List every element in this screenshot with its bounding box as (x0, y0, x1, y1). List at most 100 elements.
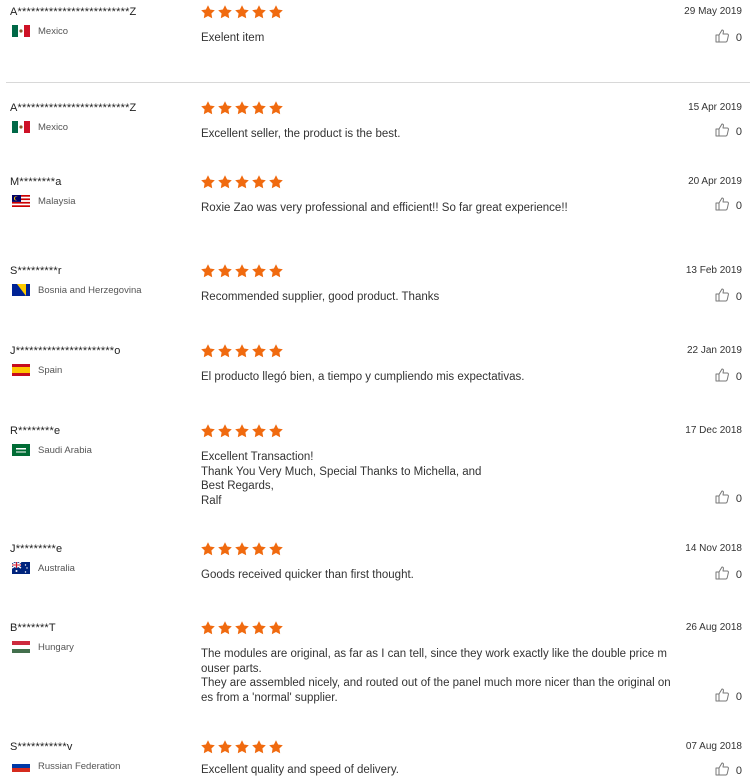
saudi-arabia-flag-icon (12, 444, 30, 456)
review-text: Excellent Transaction! Thank You Very Mu… (201, 451, 482, 507)
country-label: Malaysia (38, 195, 76, 207)
star-icon (269, 621, 283, 635)
helpful-button[interactable]: 0 (714, 687, 742, 706)
star-icon (269, 424, 283, 438)
helpful-button[interactable]: 0 (714, 489, 742, 508)
star-icon (235, 542, 249, 556)
review-text: Goods received quicker than first though… (201, 569, 414, 581)
star-icon (201, 264, 215, 278)
helpful-button[interactable]: 0 (714, 367, 742, 386)
like-count: 0 (735, 764, 742, 777)
russia-flag-icon (12, 760, 30, 772)
reviewer-name: S*********r (10, 265, 62, 277)
star-icon (201, 542, 215, 556)
review-text: Excellent seller, the product is the bes… (201, 128, 401, 140)
like-count: 0 (735, 690, 742, 703)
star-icon (252, 101, 266, 115)
review-item: S***********v Russian Federation Excelle… (0, 739, 750, 783)
star-icon (235, 344, 249, 358)
review-date: 26 Aug 2018 (685, 622, 742, 633)
star-rating (200, 100, 284, 118)
star-icon (269, 264, 283, 278)
star-rating (200, 263, 284, 281)
reviewer-name: J**********************o (10, 345, 121, 357)
helpful-button[interactable]: 0 (714, 565, 742, 584)
star-icon (218, 5, 232, 19)
country-label: Russian Federation (38, 760, 121, 772)
star-icon (201, 175, 215, 189)
star-icon (201, 621, 215, 635)
like-count: 0 (735, 199, 742, 212)
star-rating (200, 423, 284, 441)
country-label: Saudi Arabia (38, 444, 92, 456)
thumbs-up-icon[interactable] (714, 489, 730, 508)
reviewer-country: Mexico (12, 121, 68, 133)
thumbs-up-icon[interactable] (714, 196, 730, 215)
review-date: 13 Feb 2019 (685, 265, 742, 276)
star-rating (200, 343, 284, 361)
star-icon (252, 175, 266, 189)
helpful-button[interactable]: 0 (714, 287, 742, 306)
helpful-button[interactable]: 0 (714, 122, 742, 141)
mexico-flag-icon (12, 121, 30, 133)
reviewer-country: Russian Federation (12, 760, 120, 772)
thumbs-up-icon[interactable] (714, 761, 730, 780)
review-text: El producto llegó bien, a tiempo y cumpl… (201, 371, 525, 383)
star-icon (235, 175, 249, 189)
review-text: Excellent quality and speed of delivery. (201, 764, 399, 776)
country-label: Mexico (38, 121, 69, 133)
country-label: Spain (38, 364, 63, 376)
star-icon (252, 5, 266, 19)
reviewer-country: Australia (11, 561, 75, 574)
like-count: 0 (735, 290, 742, 303)
review-item: J*********e Australia Goods received qui… (0, 541, 750, 611)
star-icon (201, 5, 215, 19)
star-icon (235, 424, 249, 438)
star-rating (200, 174, 284, 192)
star-icon (252, 542, 266, 556)
review-date: 15 Apr 2019 (688, 102, 742, 113)
like-count: 0 (735, 370, 742, 383)
star-icon (235, 101, 249, 115)
australia-flag-icon (11, 561, 30, 574)
thumbs-up-icon[interactable] (714, 367, 730, 386)
review-item: J**********************o Spain El produc… (0, 343, 750, 413)
divider (6, 82, 750, 83)
star-icon (218, 101, 232, 115)
review-date: 14 Nov 2018 (685, 543, 742, 554)
thumbs-up-icon[interactable] (714, 687, 730, 706)
reviewer-name: A*************************Z (10, 102, 137, 114)
malaysia-flag-icon (12, 195, 30, 207)
star-icon (269, 344, 283, 358)
reviewer-country: Spain (12, 364, 62, 376)
review-date: 17 Dec 2018 (685, 425, 742, 436)
star-icon (218, 175, 232, 189)
review-text: Recommended supplier, good product. Than… (201, 291, 440, 303)
helpful-button[interactable]: 0 (714, 196, 742, 215)
thumbs-up-icon[interactable] (714, 287, 730, 306)
review-item: A*************************Z Mexico Excel… (0, 100, 750, 170)
reviewer-country: Hungary (12, 641, 74, 653)
review-item: S*********r Bosnia and Herzegovina Recom… (0, 263, 750, 333)
star-icon (252, 740, 266, 754)
review-item: A*************************Z Mexico Exele… (0, 4, 750, 84)
star-icon (252, 344, 266, 358)
star-icon (252, 621, 266, 635)
star-icon (269, 175, 283, 189)
star-icon (218, 424, 232, 438)
thumbs-up-icon[interactable] (714, 122, 730, 141)
mexico-flag-icon (12, 25, 30, 37)
review-date: 07 Aug 2018 (685, 741, 742, 752)
reviewer-name: B*******T (10, 622, 56, 634)
review-text: Roxie Zao was very professional and effi… (201, 202, 568, 214)
helpful-button[interactable]: 0 (714, 761, 742, 780)
reviewer-country: Mexico (12, 25, 68, 37)
star-rating (200, 620, 284, 638)
helpful-button[interactable]: 0 (714, 28, 742, 47)
thumbs-up-icon[interactable] (714, 28, 730, 47)
star-icon (218, 344, 232, 358)
star-rating (200, 4, 284, 22)
reviewer-name: S***********v (10, 741, 73, 753)
thumbs-up-icon[interactable] (714, 565, 730, 584)
star-icon (269, 740, 283, 754)
